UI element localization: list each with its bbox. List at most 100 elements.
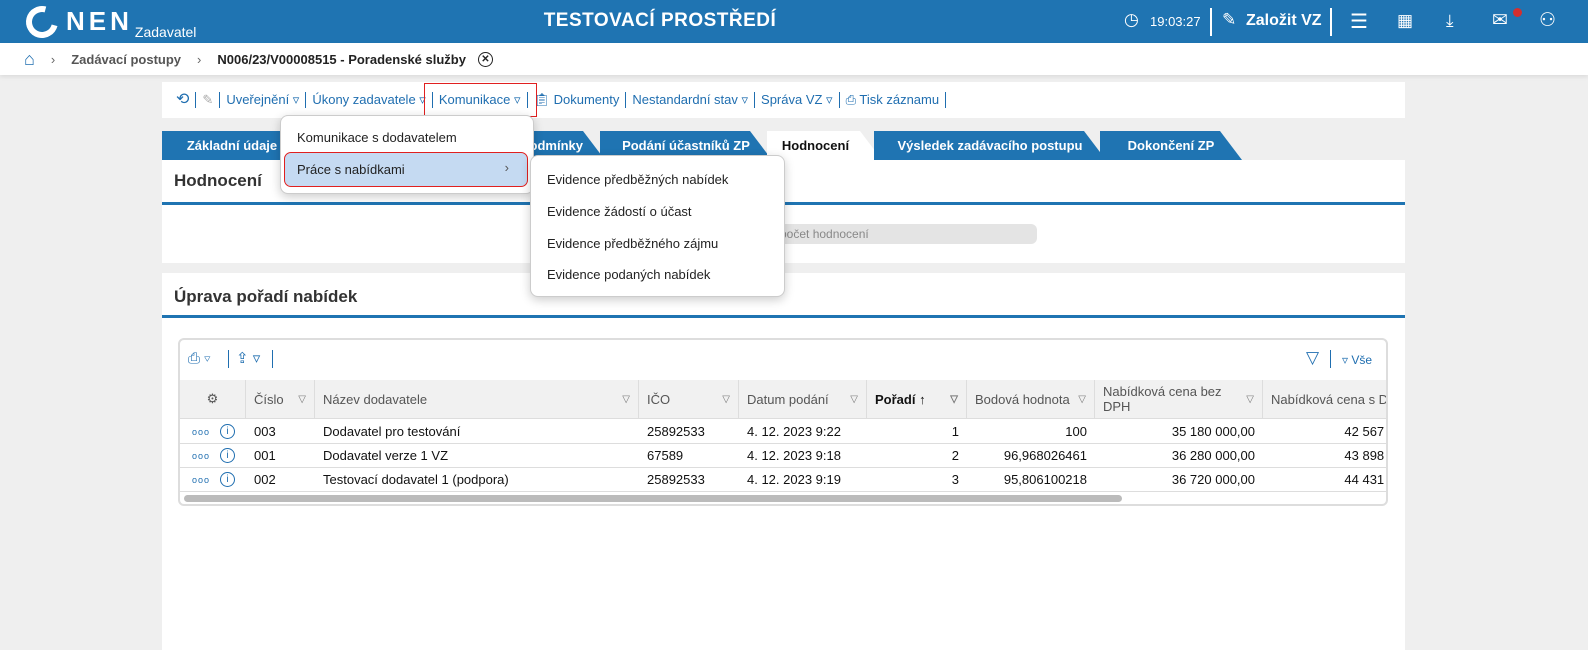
menu-item-prace-s-nabidkami[interactable]: Práce s nabídkami ›	[284, 152, 528, 187]
chevron-right-icon: ›	[504, 160, 509, 175]
more-options-icon[interactable]: ooo	[192, 451, 210, 461]
chevron-right-icon: ›	[50, 51, 56, 67]
notification-dot	[1513, 8, 1522, 17]
user-icon[interactable]: ⚇	[1539, 9, 1556, 32]
submenu-item[interactable]: Evidence podaných nabídek	[547, 267, 710, 282]
table-cell: 96,968026461	[1003, 448, 1087, 463]
label: Práce s nabídkami	[297, 162, 405, 177]
table-cell: 36 720 000,00	[1171, 472, 1255, 487]
divider	[1210, 8, 1212, 36]
komunikace-dropdown: Komunikace s dodavatelem Práce s nabídka…	[280, 115, 534, 194]
table-cell: 42 567 8	[1344, 424, 1386, 439]
info-icon[interactable]: i	[220, 472, 236, 487]
submenu-item[interactable]: Evidence předběžných nabídek	[547, 172, 728, 187]
column-header[interactable]: Název dodavatele ▽	[315, 380, 639, 418]
label: Vše	[1351, 353, 1373, 367]
environment-title: TESTOVACÍ PROSTŘEDÍ	[543, 10, 777, 31]
action-toolbar: ⟲ ✎ Uveřejnění ▿ Úkony zadavatele ▿ Komu…	[162, 82, 1405, 118]
menu-icon[interactable]: ☰	[1350, 9, 1368, 34]
toolbar-ukony[interactable]: Úkony zadavatele ▿	[306, 92, 433, 108]
create-vz-button[interactable]: Založit VZ	[1246, 12, 1322, 30]
download-icon[interactable]: ⤓	[1446, 11, 1454, 31]
table-cell: 95,806100218	[1003, 472, 1087, 487]
printer-icon: ⎙	[845, 92, 860, 107]
table-cell: 43 898 8	[1344, 448, 1386, 463]
toolbar-tisk[interactable]: ⎙ Tisk záznamu	[840, 92, 947, 108]
row-actions: ooo i	[180, 468, 246, 491]
toolbar-dokumenty[interactable]: 📋︎ Dokumenty	[528, 92, 627, 108]
table-cell: 4. 12. 2023 9:18	[747, 448, 841, 463]
tab-hodnoceni[interactable]: Hodnocení	[767, 131, 882, 160]
divider	[1330, 8, 1332, 36]
home-icon[interactable]: ⌂	[24, 49, 35, 70]
table-cell: Testovací dodavatel 1 (podpora)	[323, 472, 509, 487]
table-cell: 25892533	[647, 424, 705, 439]
export-menu-icon[interactable]: ⇪ ▿	[236, 349, 260, 367]
table-cell: 002	[254, 472, 276, 487]
more-options-icon[interactable]: ooo	[192, 475, 210, 485]
info-icon[interactable]: i	[220, 448, 236, 463]
table-cell: Dodavatel verze 1 VZ	[323, 448, 449, 463]
top-header: NEN Zadavatel TESTOVACÍ PROSTŘEDÍ ◷ 19:0…	[0, 0, 1588, 44]
refresh-icon[interactable]: ⟲	[170, 92, 197, 108]
sort-ascending-icon: ↑	[919, 391, 926, 407]
column-header[interactable]: Číslo ▽	[246, 380, 315, 418]
offers-table: ⎙ ▿ ⇪ ▿ ▽ ▿ Vše ⚙ Číslo ▽ Název dodavatel…	[178, 338, 1388, 506]
column-header-sorted[interactable]: Pořadí ↑ ▽	[867, 380, 967, 418]
table-cell: 4. 12. 2023 9:19	[747, 472, 841, 487]
toolbar-nestandardni-stav[interactable]: Nestandardní stav ▿	[626, 92, 756, 108]
column-header[interactable]: Datum podání ▽	[739, 380, 867, 418]
table-cell: 67589	[647, 448, 684, 463]
column-header[interactable]: IČO ▽	[639, 380, 739, 418]
filter-all-select[interactable]: ▿ Vše	[1342, 353, 1372, 367]
table-cell: 25892533	[647, 472, 705, 487]
breadcrumb: ⌂ › Zadávací postupy › N006/23/V00008515…	[0, 43, 1588, 75]
calendar-icon[interactable]: ▦	[1397, 11, 1413, 31]
clock-icon: ◷	[1124, 10, 1139, 29]
print-menu-icon[interactable]: ⎙ ▿	[188, 350, 210, 367]
toolbar-uverejneni[interactable]: Uveřejnění ▿	[220, 92, 307, 108]
breadcrumb-item[interactable]: Zadávací postupy	[71, 52, 181, 67]
table-row[interactable]: ooo i 003 Dodavatel pro testování 25892533 4.…	[180, 420, 1386, 444]
close-icon[interactable]: ✕	[477, 51, 493, 67]
chevron-right-icon: ›	[197, 51, 202, 67]
table-cell: 44 431 2	[1344, 472, 1386, 487]
submenu-item[interactable]: Evidence předběžného zájmu	[547, 236, 718, 251]
label: Tisk záznamu	[859, 92, 940, 107]
info-icon[interactable]: i	[220, 424, 236, 439]
tab-vysledek[interactable]: Výsledek zadávacího postupu	[874, 131, 1106, 160]
table-row[interactable]: ooo i 002 Testovací dodavatel 1 (podpora) 25…	[180, 468, 1386, 492]
column-header[interactable]: Nabídková cena bez DPH ▽	[1095, 380, 1263, 418]
table-cell: 003	[254, 424, 276, 439]
row-actions: ooo i	[180, 444, 246, 467]
clock-time: 19:03:27	[1150, 14, 1201, 29]
menu-item-komunikace-s-dodavatelem[interactable]: Komunikace s dodavatelem	[297, 130, 457, 145]
tab-dokonceni[interactable]: Dokončení ZP	[1100, 131, 1242, 160]
table-cell: 36 280 000,00	[1171, 448, 1255, 463]
column-settings-icon[interactable]: ⚙	[180, 380, 246, 418]
filter-icon[interactable]: ▽	[1306, 348, 1319, 368]
table-row[interactable]: ooo i 001 Dodavatel verze 1 VZ 67589 4. 12. 2…	[180, 444, 1386, 468]
table-header: ⚙ Číslo ▽ Název dodavatele ▽ IČO ▽ Datum po…	[180, 380, 1386, 419]
column-header[interactable]: Bodová hodnota ▽	[967, 380, 1095, 418]
submenu-item[interactable]: Evidence žádostí o účast	[547, 204, 692, 219]
edit-icon: ✎	[1222, 10, 1237, 29]
table-cell: 3	[951, 472, 959, 487]
mail-icon[interactable]: ✉	[1492, 9, 1508, 32]
table-cell: 2	[951, 448, 959, 463]
toolbar-komunikace[interactable]: Komunikace ▿	[423, 83, 537, 117]
toolbar-sprava-vz[interactable]: Správa VZ ▿	[755, 92, 840, 108]
clipboard-icon: 📋︎	[533, 92, 554, 107]
evaluation-count-field[interactable]: počet hodnocení	[772, 224, 1037, 244]
row-actions: ooo i	[180, 420, 246, 443]
label: Dokumenty	[553, 92, 620, 107]
table-cell: 4. 12. 2023 9:22	[747, 424, 841, 439]
pencil-icon[interactable]: ✎	[196, 92, 221, 108]
table-cell: 35 180 000,00	[1171, 424, 1255, 439]
prace-s-nabidkami-submenu: Evidence předběžných nabídek Evidence žá…	[530, 155, 785, 297]
table-cell: Dodavatel pro testování	[323, 424, 461, 439]
more-options-icon[interactable]: ooo	[192, 427, 210, 437]
horizontal-scrollbar[interactable]	[184, 495, 1122, 502]
column-header[interactable]: Nabídková cena s DPH	[1263, 380, 1386, 418]
table-cell: 100	[1065, 424, 1087, 439]
